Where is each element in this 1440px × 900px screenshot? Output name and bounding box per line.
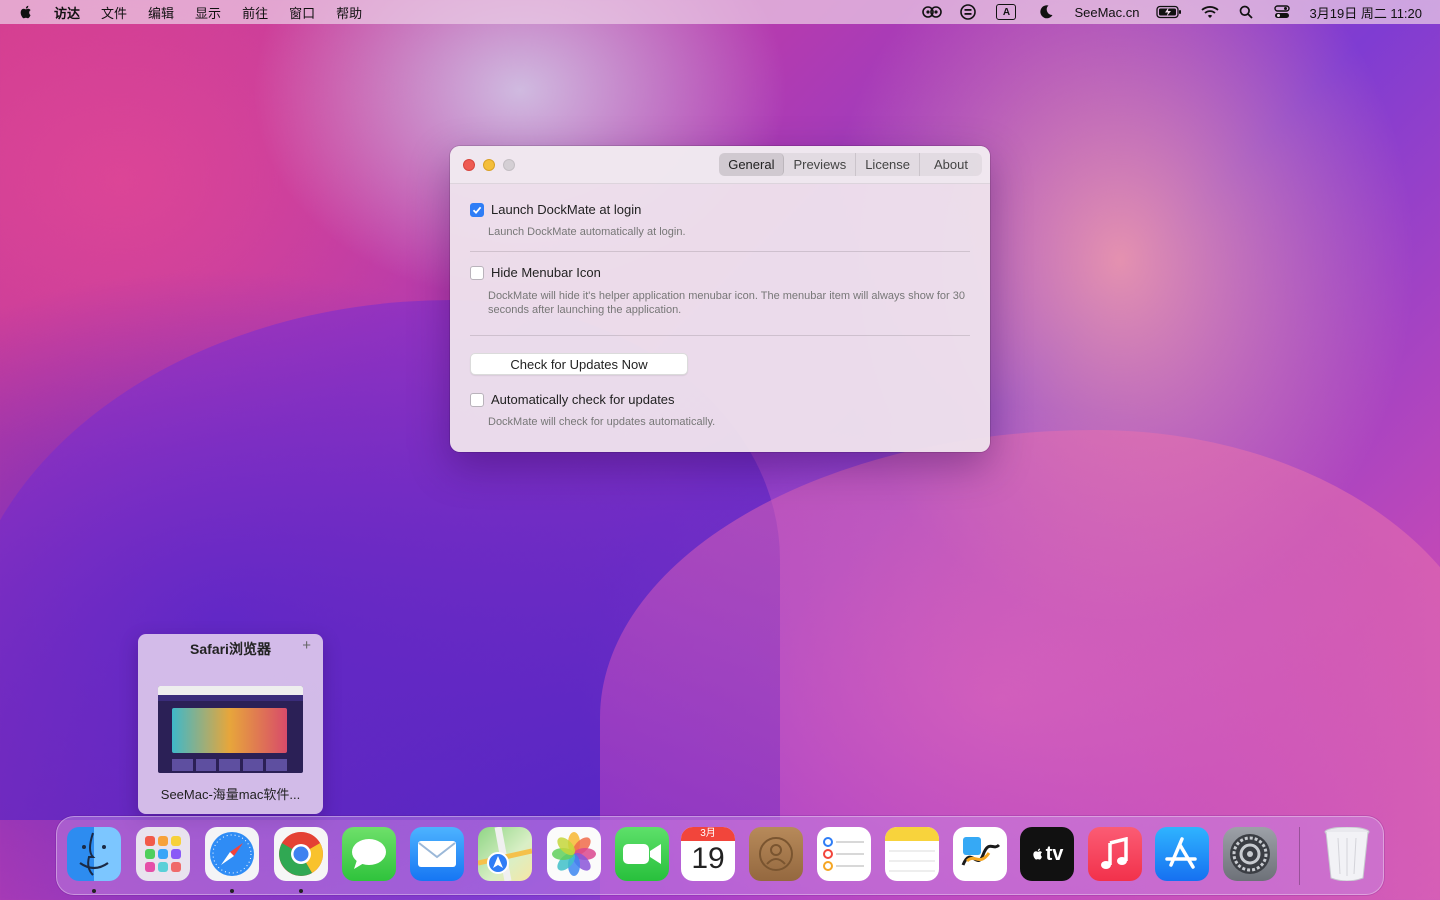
tab-previews[interactable]: Previews: [784, 153, 857, 176]
tab-about[interactable]: About: [920, 153, 982, 176]
apple-tv-icon[interactable]: tv: [1020, 827, 1074, 881]
close-button[interactable]: [463, 158, 475, 171]
hide-menubar-option: Hide Menubar Icon DockMate will hide it'…: [470, 252, 970, 317]
freeform-icon[interactable]: [953, 827, 1007, 881]
preview-window-caption[interactable]: SeeMac-海量mac软件...: [138, 784, 323, 803]
apple-menu-icon[interactable]: [18, 4, 34, 20]
menu-view[interactable]: 显示: [195, 3, 221, 22]
hide-menubar-icon-description: DockMate will hide it's helper applicati…: [488, 290, 965, 316]
music-icon[interactable]: [1088, 827, 1142, 881]
auto-check-updates-description: DockMate will check for updates automati…: [488, 416, 716, 428]
menu-file[interactable]: 文件: [101, 3, 127, 22]
messages-icon[interactable]: [342, 827, 396, 881]
menu-edit[interactable]: 编辑: [148, 3, 174, 22]
hide-menubar-icon-checkbox[interactable]: [470, 265, 484, 280]
reminders-icon[interactable]: [817, 827, 871, 881]
window-titlebar[interactable]: General Previews License About: [450, 146, 990, 184]
notes-icon[interactable]: [885, 827, 939, 881]
launch-at-login-description: Launch DockMate automatically at login.: [488, 226, 686, 238]
hide-menubar-icon-label[interactable]: Hide Menubar Icon: [491, 265, 601, 280]
safari-icon[interactable]: [205, 827, 259, 881]
menu-app-name[interactable]: 访达: [54, 3, 80, 22]
apple-logo-icon: [1032, 848, 1042, 860]
dockmate-status-icon[interactable]: [958, 4, 978, 20]
preferences-tabs: General Previews License About: [719, 153, 982, 176]
dock-divider: [1299, 827, 1300, 885]
chrome-icon[interactable]: [274, 827, 328, 881]
zoom-button: [503, 158, 515, 171]
dock-window-preview: Safari浏览器 + SeeMac-海量mac软件...: [138, 634, 323, 814]
seemac-status-text[interactable]: SeeMac.cn: [1074, 5, 1139, 20]
menu-go[interactable]: 前往: [242, 3, 268, 22]
input-source-label: A: [996, 4, 1017, 20]
menu-window[interactable]: 窗口: [289, 3, 315, 22]
tab-license[interactable]: License: [856, 153, 921, 176]
menubar: 访达 文件 编辑 显示 前往 窗口 帮助 A SeeMac.cn 3月19日 周…: [0, 0, 1440, 24]
launchpad-icon[interactable]: [136, 827, 190, 881]
maps-icon[interactable]: [478, 827, 532, 881]
auto-check-updates-label[interactable]: Automatically check for updates: [491, 392, 675, 407]
new-window-button[interactable]: +: [302, 637, 311, 654]
trash-icon[interactable]: [1320, 827, 1374, 881]
calendar-month: 3月: [681, 827, 735, 841]
check-for-updates-button[interactable]: Check for Updates Now: [470, 353, 688, 375]
running-indicator: [299, 889, 303, 893]
running-indicator: [230, 889, 234, 893]
control-center-icon[interactable]: [1272, 4, 1292, 20]
contacts-icon[interactable]: [749, 827, 803, 881]
checkmark-icon: [472, 206, 482, 214]
launch-at-login-checkbox[interactable]: [470, 202, 484, 217]
tv-label: tv: [1045, 842, 1064, 865]
mail-icon[interactable]: [410, 827, 464, 881]
window-thumbnail[interactable]: [158, 686, 303, 773]
finder-icon[interactable]: [67, 827, 121, 881]
auto-check-updates-checkbox[interactable]: [470, 392, 484, 407]
photos-icon[interactable]: [547, 827, 601, 881]
calendar-day: 19: [691, 842, 725, 875]
menu-help[interactable]: 帮助: [336, 3, 362, 22]
facetime-icon[interactable]: [615, 827, 669, 881]
battery-icon[interactable]: [1155, 4, 1182, 20]
launch-at-login-label[interactable]: Launch DockMate at login: [491, 202, 641, 217]
preview-app-title: Safari浏览器: [190, 641, 271, 657]
spotlight-search-icon[interactable]: [1236, 4, 1256, 20]
menubar-clock[interactable]: 3月19日 周二 11:20: [1310, 3, 1422, 22]
wifi-icon[interactable]: [1200, 4, 1220, 20]
butterfly-status-icon[interactable]: [922, 4, 943, 20]
app-store-icon[interactable]: [1155, 827, 1209, 881]
tab-general[interactable]: General: [719, 153, 785, 176]
moon-icon[interactable]: [1036, 4, 1056, 20]
launch-at-login-option: Launch DockMate at login Launch DockMate…: [470, 184, 970, 239]
calendar-icon[interactable]: 3月 19: [681, 827, 735, 881]
dock: 3月 19 tv: [56, 816, 1384, 895]
auto-update-option: Automatically check for updates DockMate…: [470, 375, 970, 429]
dockmate-preferences-window: General Previews License About Launch Do…: [450, 146, 990, 452]
system-settings-icon[interactable]: [1223, 827, 1277, 881]
running-indicator: [92, 889, 96, 893]
minimize-button[interactable]: [483, 158, 495, 171]
input-source-icon[interactable]: A: [996, 4, 1017, 20]
